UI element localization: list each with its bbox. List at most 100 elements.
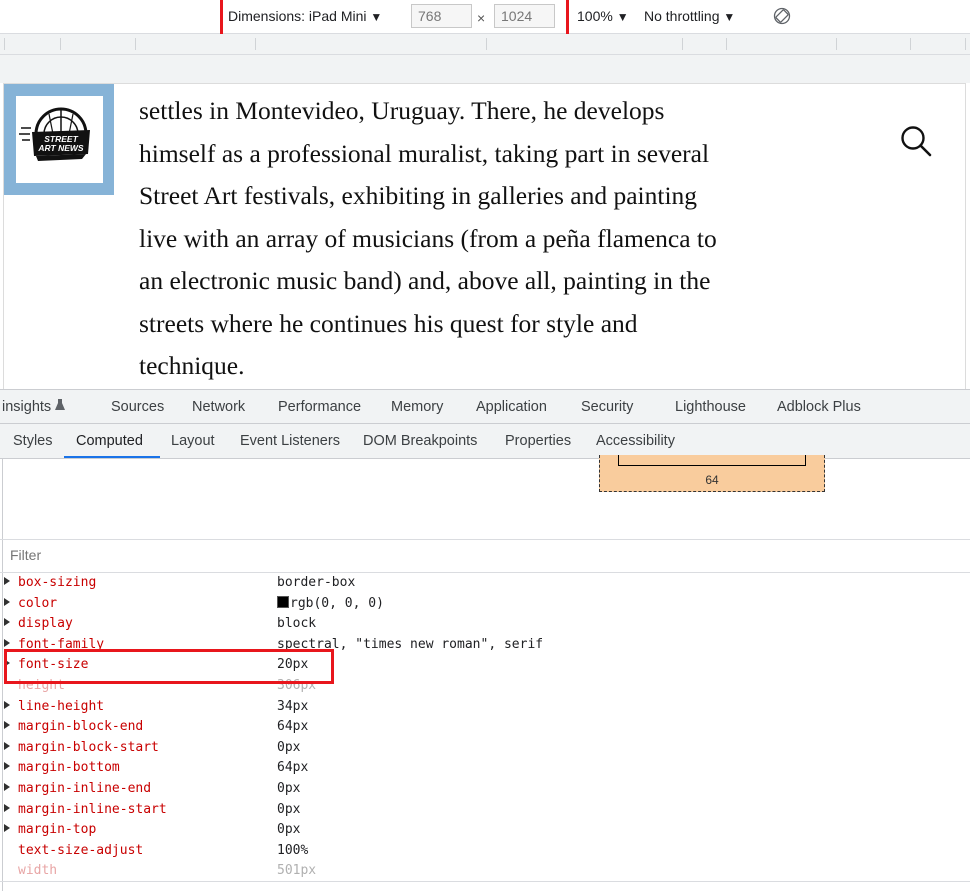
computed-property-row[interactable]: margin-bottom 64px	[0, 759, 970, 780]
computed-property-row[interactable]: margin-inline-end 0px	[0, 780, 970, 801]
property-value-text: 0px	[277, 801, 301, 817]
tab-accessibility[interactable]: Accessibility	[596, 433, 675, 449]
article-line: himself as a professional muralist, taki…	[139, 138, 710, 168]
property-value-text: 34px	[277, 698, 309, 714]
expand-triangle-icon[interactable]	[4, 597, 10, 606]
elements-sub-tabs: Styles Computed Layout Event Listeners D…	[0, 424, 970, 459]
margin-bottom-value[interactable]: 64	[600, 473, 824, 487]
computed-property-row[interactable]: box-sizing border-box	[0, 574, 970, 595]
property-name: margin-top	[18, 822, 97, 838]
property-name: width	[18, 863, 58, 879]
computed-property-row[interactable]: display block	[0, 615, 970, 636]
tab-application[interactable]: Application	[476, 399, 547, 415]
tab-sources[interactable]: Sources	[111, 399, 164, 415]
filter-input[interactable]	[10, 547, 410, 563]
search-icon[interactable]	[899, 124, 933, 158]
tab-event-listeners[interactable]: Event Listeners	[240, 433, 340, 449]
svg-text:ART NEWS: ART NEWS	[37, 143, 84, 153]
property-name: color	[18, 595, 58, 611]
property-name: box-sizing	[18, 575, 97, 590]
throttling-dropdown[interactable]: No throttling ▼	[644, 8, 735, 24]
devtools-panel: insights Sources Network Performance Mem…	[0, 389, 970, 891]
tab-insights[interactable]: insights	[2, 399, 66, 415]
throttling-label: No throttling	[644, 8, 720, 24]
tab-styles[interactable]: Styles	[13, 433, 53, 449]
property-value: block	[277, 616, 316, 631]
property-value: rgb(0, 0, 0)	[277, 595, 384, 611]
filter-bar	[0, 539, 970, 573]
tab-properties[interactable]: Properties	[505, 433, 571, 449]
box-model-margin: 64	[599, 455, 825, 492]
property-value: 0px	[277, 781, 300, 796]
article-paragraph: settles in Montevideo, Uruguay. There, h…	[139, 90, 779, 388]
computed-property-row[interactable]: width 501px	[0, 862, 970, 883]
property-value-text: 100%	[277, 842, 309, 858]
highlight-box-font-size	[4, 649, 334, 684]
property-value: 64px	[277, 760, 308, 775]
article-line: an electronic music band) and, above all…	[139, 266, 711, 295]
computed-property-row[interactable]: margin-block-end 64px	[0, 718, 970, 739]
expand-triangle-icon[interactable]	[4, 741, 10, 750]
tab-layout[interactable]: Layout	[171, 433, 215, 449]
computed-property-row[interactable]: text-size-adjust 100%	[0, 842, 970, 863]
tab-network[interactable]: Network	[192, 399, 245, 415]
tab-security[interactable]: Security	[581, 399, 633, 415]
article-line: live with an array of musicians (from a …	[139, 223, 717, 253]
tab-lighthouse[interactable]: Lighthouse	[675, 399, 746, 415]
expand-triangle-icon[interactable]	[4, 700, 10, 709]
tab-performance[interactable]: Performance	[278, 399, 361, 415]
tab-dom-breakpoints[interactable]: DOM Breakpoints	[363, 433, 477, 449]
property-name: margin-inline-end	[18, 780, 152, 796]
property-value: 0px	[277, 740, 300, 755]
property-name: display	[18, 616, 73, 632]
property-value-text: 0px	[277, 780, 301, 796]
expand-triangle-icon[interactable]	[4, 824, 10, 833]
property-value-text: border-box	[277, 575, 356, 590]
tab-adblock-plus[interactable]: Adblock Plus	[777, 399, 861, 415]
computed-properties-list: box-sizing border-box color rgb(0, 0, 0) dis…	[0, 574, 970, 883]
rotate-icon[interactable]	[773, 7, 791, 25]
expand-triangle-icon[interactable]	[4, 638, 10, 647]
property-value: 0px	[277, 802, 300, 817]
expand-triangle-icon[interactable]	[4, 762, 10, 771]
article-line: streets where he continues his quest for…	[139, 308, 638, 338]
property-value-text: 64px	[277, 760, 309, 776]
computed-property-row[interactable]: margin-block-start 0px	[0, 739, 970, 760]
site-logo[interactable]: STREET ART NEWS	[4, 84, 114, 195]
expand-triangle-icon[interactable]	[4, 782, 10, 791]
property-name: line-height	[18, 698, 105, 714]
expand-triangle-icon[interactable]	[4, 618, 10, 627]
emulated-page: STREET ART NEWS settles in Montevideo, U…	[3, 83, 966, 391]
chevron-down-icon: ▼	[616, 10, 629, 24]
article-line: Street Art festivals, exhibiting in gall…	[139, 181, 698, 210]
expand-triangle-icon[interactable]	[4, 721, 10, 730]
property-value: 34px	[277, 699, 308, 714]
property-value-text: rgb(0, 0, 0)	[290, 595, 384, 611]
active-tab-underline	[64, 456, 160, 458]
property-value: 0px	[277, 822, 300, 837]
article-line: settles in Montevideo, Uruguay. There, h…	[139, 96, 665, 125]
computed-property-row[interactable]: color rgb(0, 0, 0)	[0, 595, 970, 616]
zoom-label: 100%	[577, 8, 613, 24]
computed-property-row[interactable]: margin-inline-start 0px	[0, 801, 970, 822]
property-value-text: 0px	[277, 739, 301, 755]
property-value-text: 64px	[277, 719, 309, 735]
property-name: text-size-adjust	[18, 842, 144, 858]
property-name: margin-block-start	[18, 739, 159, 755]
property-name: margin-inline-start	[18, 801, 167, 817]
computed-property-row[interactable]: margin-top 0px	[0, 821, 970, 842]
expand-triangle-icon[interactable]	[4, 577, 10, 585]
tab-computed[interactable]: Computed	[76, 433, 143, 449]
article-line: technique.	[139, 351, 245, 380]
computed-property-row[interactable]: line-height 34px	[0, 698, 970, 719]
logo-image: STREET ART NEWS	[16, 96, 103, 183]
chevron-down-icon: ▼	[723, 10, 736, 24]
tab-memory[interactable]: Memory	[391, 399, 443, 415]
viewport-gutter	[0, 55, 970, 83]
property-name: margin-bottom	[18, 760, 120, 776]
expand-triangle-icon[interactable]	[4, 803, 10, 812]
zoom-dropdown[interactable]: 100% ▼	[577, 8, 629, 24]
color-swatch-icon[interactable]	[277, 595, 289, 608]
devtools-main-tabs: insights Sources Network Performance Mem…	[0, 390, 970, 424]
property-value: border-box	[277, 575, 355, 590]
